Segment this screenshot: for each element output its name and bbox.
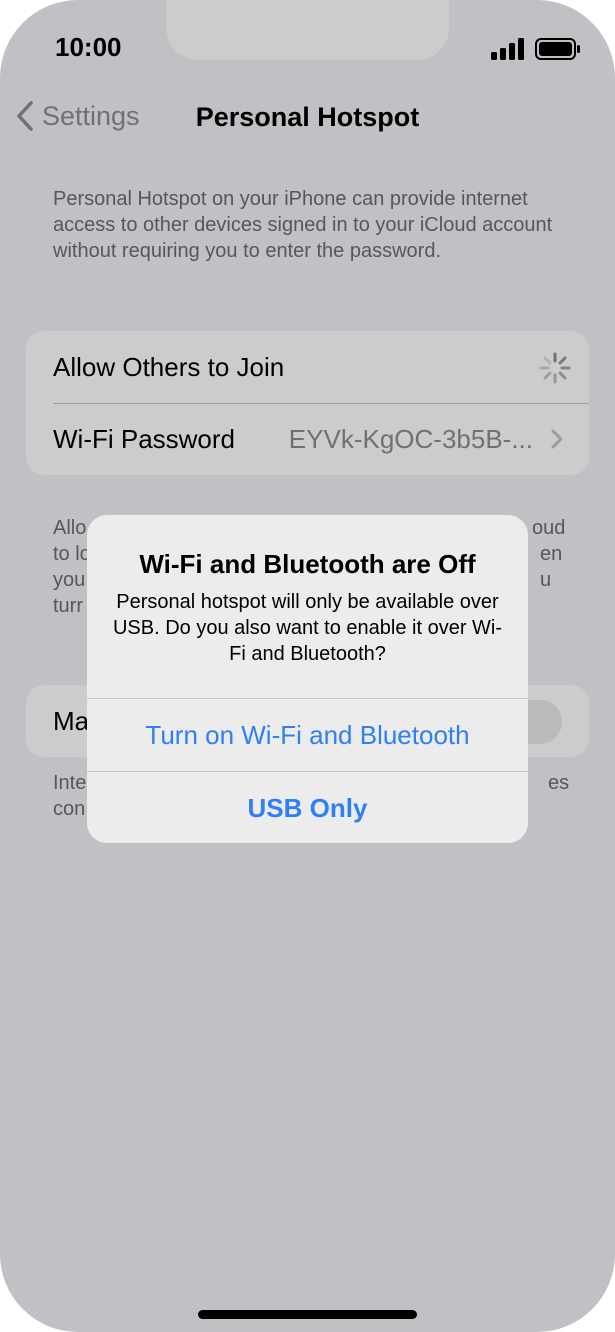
turn-on-wifi-bluetooth-button[interactable]: Turn on Wi-Fi and Bluetooth [87,698,528,771]
alert-title: Wi-Fi and Bluetooth are Off [139,549,476,579]
alert-dialog: Wi-Fi and Bluetooth are Off Personal hot… [87,515,528,843]
usb-only-button[interactable]: USB Only [87,771,528,843]
phone-screen: 10:00 Settings Personal Hotspot Personal… [0,0,615,1332]
alert-message: Personal hotspot will only be available … [112,591,503,665]
home-indicator[interactable] [198,1310,417,1319]
